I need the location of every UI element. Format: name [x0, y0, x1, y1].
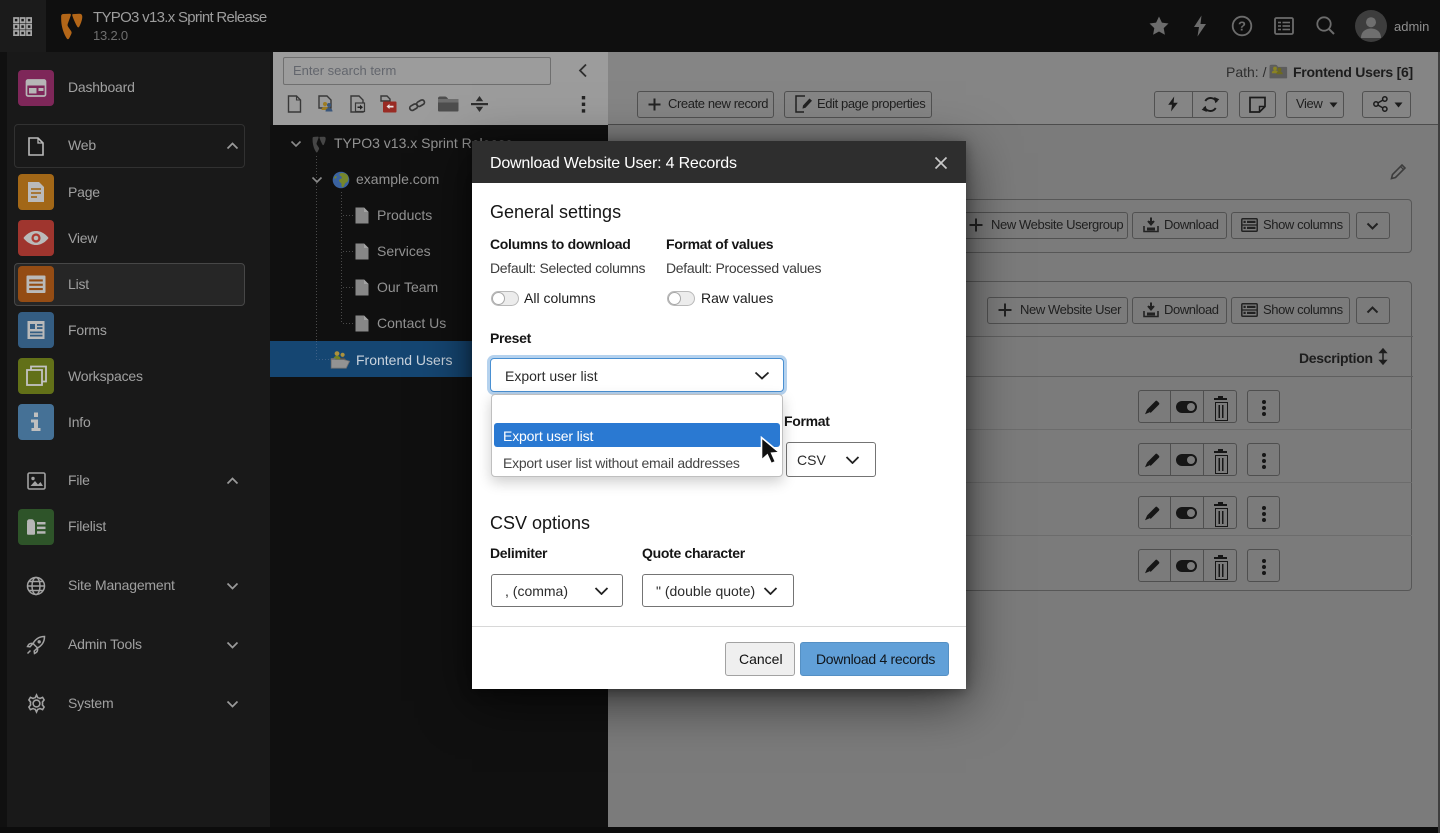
svg-text:?: ?: [1238, 18, 1246, 33]
